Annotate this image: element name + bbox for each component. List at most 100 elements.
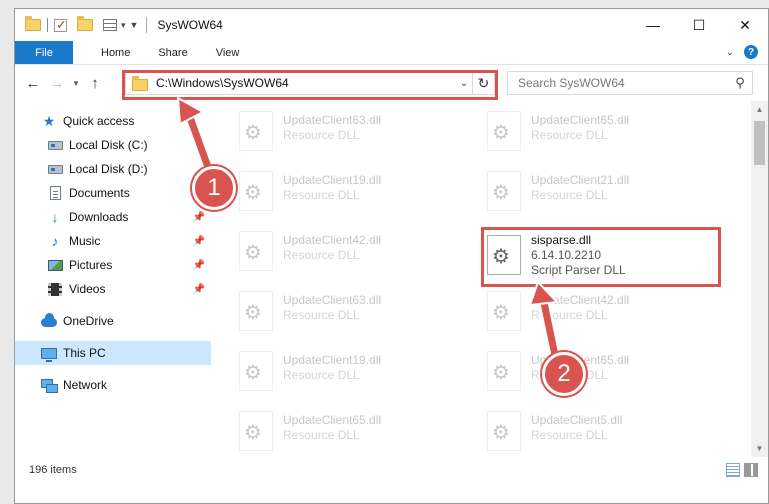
nav-item-music[interactable]: ♪ Music 📌 bbox=[15, 229, 211, 253]
file-item[interactable]: UpdateClient63.dllResource DLL bbox=[239, 287, 469, 339]
downloads-icon: ↓ bbox=[51, 209, 59, 225]
file-item[interactable]: UpdateClient5.dllResource DLL bbox=[487, 407, 717, 457]
scroll-up-icon[interactable]: ▲ bbox=[751, 101, 768, 118]
music-icon: ♪ bbox=[51, 233, 59, 249]
large-icons-view-icon[interactable] bbox=[744, 463, 758, 477]
status-bar: 196 items bbox=[15, 457, 768, 483]
expand-ribbon-icon[interactable]: ⌄ bbox=[726, 47, 734, 58]
properties-icon[interactable] bbox=[103, 19, 117, 31]
file-name: UpdateClient21.dll bbox=[531, 173, 630, 187]
nav-item-onedrive[interactable]: OneDrive bbox=[15, 309, 211, 333]
file-type: Resource DLL bbox=[283, 308, 360, 322]
ribbon-right-controls: ⌄ ? bbox=[726, 45, 758, 59]
file-name: UpdateClient42.dll bbox=[531, 293, 630, 307]
toolbar-separator bbox=[47, 18, 48, 32]
minimize-button[interactable]: — bbox=[630, 9, 676, 41]
properties-check-icon[interactable] bbox=[54, 17, 67, 33]
file-item[interactable]: UpdateClient65.dllResource DLL bbox=[487, 107, 717, 159]
search-input[interactable] bbox=[518, 76, 728, 90]
documents-icon bbox=[47, 186, 63, 200]
address-bar-highlight bbox=[122, 70, 498, 100]
title-bar: ▾ ▼ SysWOW64 — ☐ ✕ bbox=[15, 9, 768, 41]
file-type: Resource DLL bbox=[531, 428, 608, 442]
tab-view[interactable]: View bbox=[202, 41, 254, 64]
forward-button[interactable]: → bbox=[45, 71, 69, 95]
tab-file[interactable]: File bbox=[15, 41, 73, 64]
quick-access-toolbar: ▾ ▼ bbox=[15, 16, 139, 33]
help-icon[interactable]: ? bbox=[744, 45, 758, 59]
file-name: UpdateClient63.dll bbox=[283, 293, 382, 307]
nav-item-quick-access[interactable]: ★ Quick access bbox=[15, 109, 211, 133]
pin-icon[interactable]: 📌 bbox=[193, 212, 205, 223]
drive-icon bbox=[47, 162, 63, 176]
file-name: UpdateClient65.dll bbox=[531, 113, 630, 127]
search-icon[interactable]: ⚲ bbox=[728, 75, 752, 91]
nav-item-label: This PC bbox=[63, 346, 106, 360]
file-type: Resource DLL bbox=[531, 188, 608, 202]
details-view-icon[interactable] bbox=[726, 463, 740, 477]
file-name: UpdateClient42.dll bbox=[283, 233, 382, 247]
new-folder-icon[interactable] bbox=[77, 16, 93, 31]
scroll-down-icon[interactable]: ▼ bbox=[751, 440, 768, 457]
file-item[interactable]: UpdateClient19.dllResource DLL bbox=[239, 167, 469, 219]
file-type: Resource DLL bbox=[531, 128, 608, 142]
close-button[interactable]: ✕ bbox=[722, 9, 768, 41]
tab-home[interactable]: Home bbox=[73, 41, 144, 64]
scroll-thumb[interactable] bbox=[754, 121, 765, 165]
star-icon: ★ bbox=[42, 112, 56, 129]
dll-file-icon bbox=[239, 231, 273, 271]
dll-file-icon bbox=[239, 171, 273, 211]
customize-toolbar-icon[interactable]: ▼ bbox=[130, 20, 139, 30]
nav-item-pictures[interactable]: Pictures 📌 bbox=[15, 253, 211, 277]
file-type: Resource DLL bbox=[283, 368, 360, 382]
back-button[interactable]: ← bbox=[21, 71, 45, 95]
vertical-scrollbar[interactable]: ▲ ▼ bbox=[751, 101, 768, 457]
pin-icon[interactable]: 📌 bbox=[193, 236, 205, 247]
chevron-down-icon[interactable]: ▾ bbox=[121, 20, 126, 31]
pin-icon[interactable]: 📌 bbox=[193, 260, 205, 271]
up-button[interactable]: ↑ bbox=[83, 71, 107, 95]
file-type: Resource DLL bbox=[283, 188, 360, 202]
file-type: Resource DLL bbox=[283, 248, 360, 262]
nav-item-local-disk-d[interactable]: Local Disk (D:) bbox=[15, 157, 211, 181]
file-item[interactable]: UpdateClient65.dllResource DLL bbox=[239, 407, 469, 457]
nav-item-label: Local Disk (D:) bbox=[69, 162, 148, 176]
nav-item-this-pc[interactable]: This PC bbox=[15, 341, 211, 365]
dll-file-icon bbox=[487, 411, 521, 451]
videos-icon bbox=[47, 282, 63, 296]
search-box[interactable]: ⚲ bbox=[507, 71, 753, 95]
file-item[interactable]: UpdateClient63.dllResource DLL bbox=[239, 107, 469, 159]
tab-share[interactable]: Share bbox=[144, 41, 201, 64]
nav-item-videos[interactable]: Videos 📌 bbox=[15, 277, 211, 301]
network-icon bbox=[41, 378, 58, 393]
dll-file-icon bbox=[239, 291, 273, 331]
nav-item-documents[interactable]: Documents bbox=[15, 181, 211, 205]
file-type: Resource DLL bbox=[531, 308, 608, 322]
nav-item-label: Videos bbox=[69, 282, 106, 296]
pin-icon[interactable]: 📌 bbox=[193, 284, 205, 295]
dll-file-icon bbox=[239, 411, 273, 451]
nav-item-local-disk-c[interactable]: Local Disk (C:) bbox=[15, 133, 211, 157]
nav-item-downloads[interactable]: ↓ Downloads 📌 bbox=[15, 205, 211, 229]
navigation-pane: ★ Quick access Local Disk (C:) Local Dis… bbox=[15, 101, 211, 457]
view-buttons bbox=[726, 463, 758, 477]
pictures-icon bbox=[47, 258, 63, 272]
nav-item-network[interactable]: Network bbox=[15, 373, 211, 397]
file-item[interactable]: UpdateClient42.dllResource DLL bbox=[487, 287, 717, 339]
file-type: Resource DLL bbox=[283, 428, 360, 442]
file-type: Resource DLL bbox=[283, 128, 360, 142]
dll-file-icon bbox=[487, 171, 521, 211]
nav-item-label: Pictures bbox=[69, 258, 113, 272]
maximize-button[interactable]: ☐ bbox=[676, 9, 722, 41]
file-item[interactable]: UpdateClient21.dllResource DLL bbox=[487, 167, 717, 219]
nav-item-label: Network bbox=[63, 378, 108, 392]
dll-file-icon bbox=[239, 351, 273, 391]
file-item[interactable]: UpdateClient65.dllResource DLL bbox=[487, 347, 717, 399]
file-name: UpdateClient63.dll bbox=[283, 113, 382, 127]
dll-file-icon bbox=[487, 111, 521, 151]
dll-file-icon bbox=[487, 291, 521, 331]
file-item[interactable]: UpdateClient42.dllResource DLL bbox=[239, 227, 469, 279]
step-2-badge: 2 bbox=[542, 352, 586, 396]
file-item[interactable]: UpdateClient19.dllResource DLL bbox=[239, 347, 469, 399]
recent-locations-button[interactable]: ▾ bbox=[69, 71, 83, 95]
